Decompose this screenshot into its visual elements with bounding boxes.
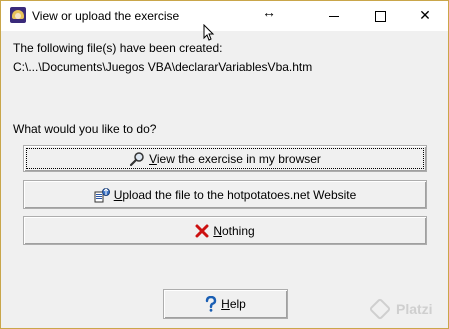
upload-icon (94, 187, 110, 203)
nothing-button[interactable]: Nothing (23, 216, 427, 245)
close-button[interactable]: ✕ (402, 1, 448, 31)
help-hotkey: H (221, 297, 230, 311)
red-x-icon (195, 224, 209, 238)
close-icon: ✕ (419, 8, 431, 24)
window-title: View or upload the exercise (32, 9, 180, 23)
help-button[interactable]: Help (163, 289, 288, 319)
maximize-button[interactable] (357, 1, 403, 31)
view-exercise-button[interactable]: View the exercise in my browser (23, 145, 427, 172)
minimize-icon (329, 15, 339, 17)
question-icon (205, 296, 217, 312)
title-bar[interactable]: View or upload the exercise ↔ ✕ (1, 1, 448, 41)
app-icon[interactable] (10, 7, 26, 23)
file-path-text: C:\...\Documents\Juegos VBA\declararVari… (13, 60, 313, 74)
upload-button-label: pload the file to the hotpotatoes.net We… (122, 187, 357, 202)
resize-cursor-icon: ↔ (262, 4, 276, 20)
view-button-label: iew the exercise in my browser (156, 151, 321, 166)
dialog-window: View or upload the exercise ↔ ✕ The foll… (0, 0, 449, 329)
view-hotkey: V (149, 151, 157, 166)
platzi-watermark: Platzi (368, 297, 433, 321)
nothing-button-label: othing (221, 223, 255, 238)
mouse-pointer-icon (203, 24, 215, 41)
platzi-logo-icon (368, 297, 392, 321)
help-button-label: elp (229, 297, 246, 311)
minimize-button[interactable] (311, 1, 357, 31)
upload-file-button[interactable]: Upload the file to the hotpotatoes.net W… (23, 180, 427, 209)
maximize-icon (374, 10, 386, 22)
prompt-label: What would you like to do? (13, 122, 157, 136)
created-files-label: The following file(s) have been created: (13, 41, 223, 55)
magnifier-icon (129, 151, 145, 167)
watermark-text: Platzi (396, 301, 433, 317)
nothing-hotkey: N (213, 223, 222, 238)
